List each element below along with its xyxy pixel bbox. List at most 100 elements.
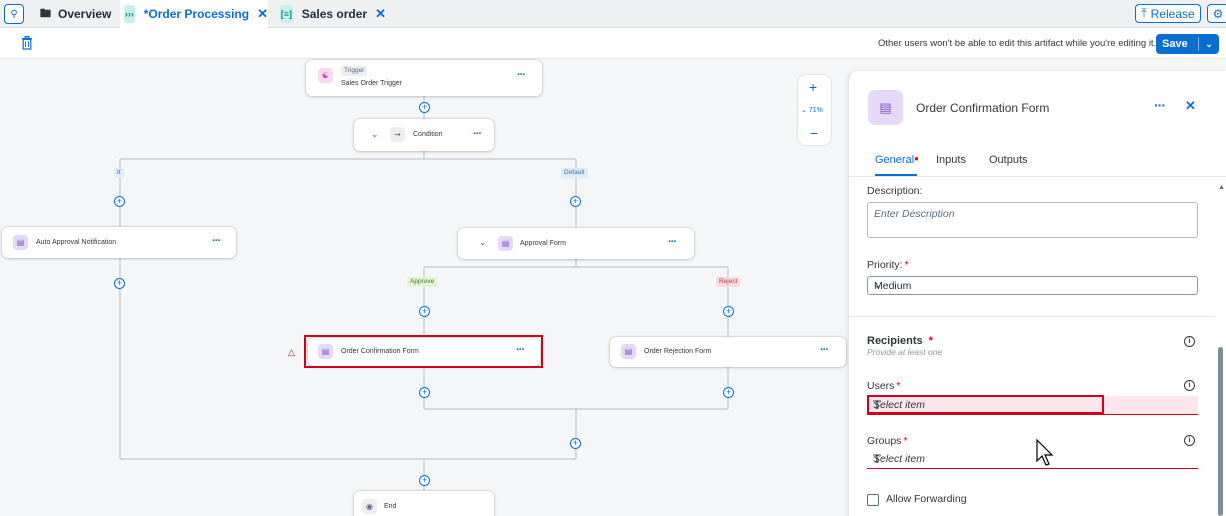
scrollbar[interactable] [1218,347,1223,516]
tab-label: *Order Processing [143,7,250,21]
upload-icon: ⤒ [1141,6,1147,20]
users-label-text: Users [867,380,895,392]
add-step-button[interactable]: + [723,387,734,398]
groups-input[interactable]: Select item T [867,450,1198,469]
description-label: Description: [867,185,923,197]
tab-label: Overview [58,7,112,21]
process-canvas[interactable]: ☯ Trigger Sales Order Trigger ··· ⌄ ⇝ Co… [0,59,848,516]
value-help-icon[interactable]: T [873,451,1193,467]
zoom-in-button[interactable]: + [809,79,817,95]
settings-button[interactable]: ⚙ [1207,4,1226,23]
end-label: End [384,503,397,510]
add-step-button[interactable]: + [570,196,581,207]
trigger-tag: Trigger [341,66,368,76]
approval-form-node[interactable]: ⌄ ▤ Approval Form ··· [458,228,694,259]
more-icon[interactable]: ··· [668,236,677,248]
branch-approve-tag: Approve [407,277,438,287]
info-icon[interactable]: i [1184,435,1195,446]
close-icon[interactable]: ✕ [375,6,386,22]
trash-icon[interactable] [21,36,33,50]
auto-approval-node[interactable]: ▤ Auto Approval Notification ··· [2,227,236,258]
branch-reject-tag: Reject [716,277,741,287]
recipients-subtitle: Provide at least one [867,347,943,357]
groups-label-text: Groups [867,435,902,447]
branch-default-tag: Default [561,168,588,178]
tab-sales-order[interactable]: [≡] Sales order ✕ [276,0,386,28]
release-button[interactable]: ⤒ Release [1135,4,1201,23]
tab-bar: ⚲ 🖿 Overview ››› *Order Processing ✕ [≡]… [0,0,1226,28]
order-rejection-node[interactable]: ▤ Order Rejection Form ··· [610,337,846,367]
add-step-button[interactable]: + [114,278,125,289]
description-placeholder: Enter Description [874,208,955,220]
tab-general[interactable]: General● [875,154,919,166]
condition-icon: ⇝ [390,127,405,142]
allow-forwarding-checkbox[interactable] [867,494,879,506]
tab-inputs[interactable]: Inputs [936,154,966,166]
close-icon[interactable]: ✕ [1185,98,1196,114]
selection-highlight [867,395,1104,414]
add-step-button[interactable]: + [114,196,125,207]
add-step-button[interactable]: + [570,438,581,449]
order-rejection-label: Order Rejection Form [644,348,712,355]
home-button[interactable]: ⚲ [4,4,24,24]
zoom-level: 71% [808,107,823,114]
search-window-icon: ⚲ [10,8,18,20]
form-icon: ▤ [498,236,513,251]
tab-overview[interactable]: 🖿 Overview [32,0,120,28]
chevron-down-icon[interactable]: ⌄ [371,129,379,140]
trigger-label: Sales Order Trigger [341,80,403,87]
form-icon: ▤ [621,344,636,359]
zoom-level-select[interactable]: ⌄ 71% [801,106,823,114]
recipients-title-text: Recipients [867,335,923,347]
zoom-out-button[interactable]: − [810,125,818,141]
tab-order-processing[interactable]: ››› *Order Processing ✕ [120,0,268,28]
more-icon[interactable]: ··· [820,344,829,356]
form-icon: ▤ [13,235,28,250]
chevron-down-icon[interactable]: ⌄ [479,237,487,248]
condition-label: Condition [413,131,443,138]
priority-label-text: Priority: [867,259,903,271]
chevron-down-icon[interactable]: ⌄ [1199,39,1219,50]
more-icon[interactable]: ··· [1154,97,1166,113]
release-label: Release [1150,6,1195,21]
add-step-button[interactable]: + [723,306,734,317]
required-marker: * [896,380,901,392]
approval-form-label: Approval Form [520,240,566,247]
more-icon[interactable]: ··· [473,128,482,140]
end-node[interactable]: ◉ End [354,491,494,516]
save-button[interactable]: Save ⌄ [1156,34,1219,54]
tab-outputs[interactable]: Outputs [989,154,1028,166]
error-indicator: ● [914,154,919,163]
priority-label: Priority: * [867,259,909,271]
trigger-node[interactable]: ☯ Trigger Sales Order Trigger ··· [306,60,542,96]
auto-approval-label: Auto Approval Notification [36,239,117,246]
description-input[interactable]: Enter Description [867,202,1198,238]
selection-highlight [304,335,543,368]
recipients-title: Recipients * [867,335,933,347]
panel-title: Order Confirmation Form [916,101,1050,115]
required-marker: * [903,435,908,447]
trigger-icon: ☯ [318,68,333,83]
add-step-button[interactable]: + [419,306,430,317]
gear-icon: ⚙ [1212,6,1224,21]
save-label: Save [1162,38,1188,50]
info-icon[interactable]: i [1184,380,1195,391]
priority-select[interactable]: Medium ⌄ [867,276,1198,295]
more-icon[interactable]: ··· [212,235,221,247]
divider [849,176,1226,177]
add-step-button[interactable]: + [419,475,430,486]
info-icon[interactable]: i [1184,336,1195,347]
toolbar: Other users won't be able to edit this a… [0,28,1226,59]
warning-icon: △ [288,347,295,357]
close-icon[interactable]: ✕ [257,6,268,22]
more-icon[interactable]: ··· [517,69,526,81]
scroll-up-icon[interactable]: ▲ [1218,184,1225,191]
form-icon: [≡] [280,5,293,23]
branch-if-tag: If [114,168,124,178]
add-step-button[interactable]: + [419,102,430,113]
condition-node[interactable]: ⌄ ⇝ Condition ··· [354,119,494,151]
chevron-down-icon: ⌄ [874,280,882,290]
mouse-cursor-icon [1036,439,1054,466]
tab-label: General [875,154,915,166]
add-step-button[interactable]: + [419,387,430,398]
